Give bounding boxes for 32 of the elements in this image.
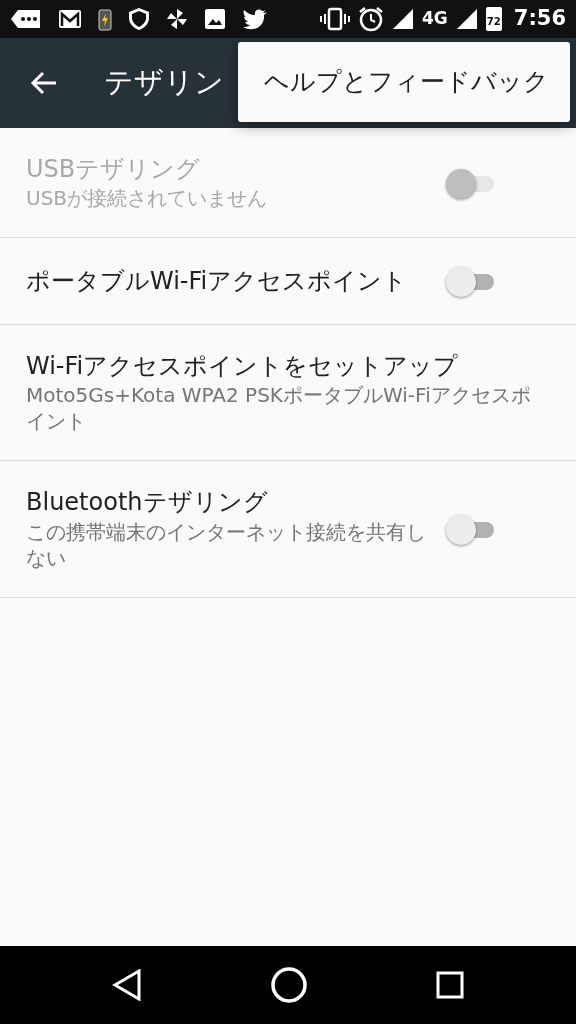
setting-title: Bluetoothテザリング — [26, 487, 269, 519]
bird-icon — [242, 8, 268, 30]
setting-title: Wi-Fiアクセスポイントをセットアップ — [26, 351, 460, 383]
setting-summary: USBが接続されていません — [26, 185, 269, 212]
mail-icon — [58, 9, 82, 29]
setting-title: ポータブルWi-Fiアクセスポイント — [26, 265, 409, 297]
recents-button[interactable] — [436, 971, 464, 999]
charging-icon — [98, 7, 112, 31]
image-icon — [204, 8, 226, 30]
notification-icon — [10, 8, 42, 30]
network-label: 4G — [421, 7, 448, 31]
toggle-switch[interactable] — [446, 513, 496, 544]
vibrate-icon — [319, 7, 350, 31]
settings-row[interactable]: Bluetoothテザリング この携帯端末のインターネット接続を共有しない — [0, 461, 576, 598]
setting-title: USBテザリング — [26, 154, 202, 185]
settings-row[interactable]: Wi-Fiアクセスポイントをセットアップ Moto5Gs+Kota WPA2 PSKポータブルWi-Fiアクセスポイント — [0, 325, 576, 462]
signal-icon — [391, 8, 414, 30]
menu-item[interactable]: ヘルプとフィードバック — [238, 42, 570, 122]
back-button[interactable] — [30, 71, 58, 95]
shield-icon — [128, 7, 150, 31]
home-button[interactable] — [270, 966, 308, 1004]
setting-summary: この携帯端末のインターネット接続を共有しない — [26, 518, 426, 571]
pinwheel-icon — [166, 8, 188, 30]
setting-summary: Moto5Gs+Kota WPA2 PSKポータブルWi-Fiアクセスポイント — [26, 382, 532, 435]
alarm-icon — [357, 6, 384, 32]
signal-icon — [455, 8, 478, 30]
toggle-switch[interactable] — [446, 266, 496, 297]
back-nav-button[interactable] — [112, 969, 142, 1001]
battery-icon: 72 — [485, 7, 502, 31]
settings-row[interactable]: ポータブルWi-Fiアクセスポイント — [0, 238, 576, 326]
screen-title: テザリン — [104, 64, 224, 102]
clock: 7:56 — [513, 5, 566, 33]
